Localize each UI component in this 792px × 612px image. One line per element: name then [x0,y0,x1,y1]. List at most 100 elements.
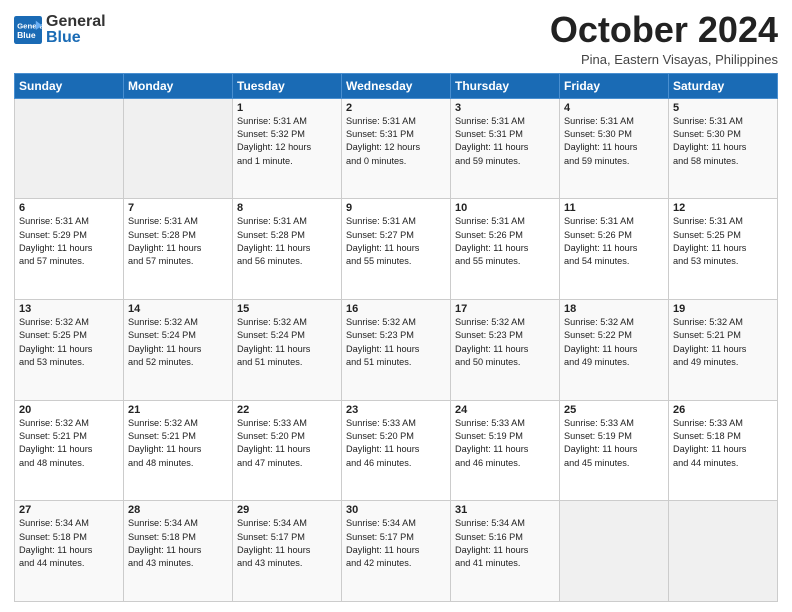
day-number: 15 [237,303,337,315]
table-row: 1Sunrise: 5:31 AM Sunset: 5:32 PM Daylig… [233,98,342,199]
location: Pina, Eastern Visayas, Philippines [550,52,778,67]
day-number: 18 [564,303,664,315]
table-row [15,98,124,199]
day-info: Sunrise: 5:31 AM Sunset: 5:28 PM Dayligh… [237,215,337,268]
table-row: 10Sunrise: 5:31 AM Sunset: 5:26 PM Dayli… [451,199,560,300]
day-number: 14 [128,303,228,315]
table-row: 11Sunrise: 5:31 AM Sunset: 5:26 PM Dayli… [560,199,669,300]
table-row: 27Sunrise: 5:34 AM Sunset: 5:18 PM Dayli… [15,501,124,602]
col-wednesday: Wednesday [342,73,451,98]
table-row: 8Sunrise: 5:31 AM Sunset: 5:28 PM Daylig… [233,199,342,300]
day-number: 2 [346,102,446,114]
day-info: Sunrise: 5:33 AM Sunset: 5:18 PM Dayligh… [673,417,773,470]
day-number: 11 [564,202,664,214]
table-row: 17Sunrise: 5:32 AM Sunset: 5:23 PM Dayli… [451,299,560,400]
table-row [124,98,233,199]
table-row: 23Sunrise: 5:33 AM Sunset: 5:20 PM Dayli… [342,400,451,501]
day-info: Sunrise: 5:34 AM Sunset: 5:18 PM Dayligh… [128,517,228,570]
table-row: 6Sunrise: 5:31 AM Sunset: 5:29 PM Daylig… [15,199,124,300]
day-info: Sunrise: 5:32 AM Sunset: 5:25 PM Dayligh… [19,316,119,369]
calendar-header-row: Sunday Monday Tuesday Wednesday Thursday… [15,73,778,98]
day-info: Sunrise: 5:33 AM Sunset: 5:20 PM Dayligh… [237,417,337,470]
day-info: Sunrise: 5:32 AM Sunset: 5:21 PM Dayligh… [673,316,773,369]
table-row: 20Sunrise: 5:32 AM Sunset: 5:21 PM Dayli… [15,400,124,501]
table-row: 18Sunrise: 5:32 AM Sunset: 5:22 PM Dayli… [560,299,669,400]
day-number: 17 [455,303,555,315]
day-number: 24 [455,404,555,416]
day-number: 31 [455,504,555,516]
day-number: 16 [346,303,446,315]
page: General Blue General Blue October 2024 P… [0,0,792,612]
day-info: Sunrise: 5:31 AM Sunset: 5:25 PM Dayligh… [673,215,773,268]
day-info: Sunrise: 5:31 AM Sunset: 5:30 PM Dayligh… [564,115,664,168]
day-info: Sunrise: 5:32 AM Sunset: 5:21 PM Dayligh… [19,417,119,470]
day-number: 8 [237,202,337,214]
col-tuesday: Tuesday [233,73,342,98]
calendar-week-4: 20Sunrise: 5:32 AM Sunset: 5:21 PM Dayli… [15,400,778,501]
day-number: 27 [19,504,119,516]
calendar-table: Sunday Monday Tuesday Wednesday Thursday… [14,73,778,602]
col-sunday: Sunday [15,73,124,98]
day-info: Sunrise: 5:31 AM Sunset: 5:30 PM Dayligh… [673,115,773,168]
day-number: 10 [455,202,555,214]
header: General Blue General Blue October 2024 P… [14,10,778,67]
day-number: 26 [673,404,773,416]
table-row: 9Sunrise: 5:31 AM Sunset: 5:27 PM Daylig… [342,199,451,300]
col-friday: Friday [560,73,669,98]
svg-text:Blue: Blue [17,30,36,40]
calendar-week-1: 1Sunrise: 5:31 AM Sunset: 5:32 PM Daylig… [15,98,778,199]
logo-text: General Blue [46,14,106,46]
col-monday: Monday [124,73,233,98]
day-info: Sunrise: 5:31 AM Sunset: 5:31 PM Dayligh… [455,115,555,168]
table-row: 30Sunrise: 5:34 AM Sunset: 5:17 PM Dayli… [342,501,451,602]
logo-general: General [46,14,106,30]
day-number: 20 [19,404,119,416]
table-row: 31Sunrise: 5:34 AM Sunset: 5:16 PM Dayli… [451,501,560,602]
day-number: 19 [673,303,773,315]
table-row: 5Sunrise: 5:31 AM Sunset: 5:30 PM Daylig… [669,98,778,199]
day-info: Sunrise: 5:34 AM Sunset: 5:17 PM Dayligh… [346,517,446,570]
day-info: Sunrise: 5:31 AM Sunset: 5:26 PM Dayligh… [564,215,664,268]
day-number: 22 [237,404,337,416]
table-row [669,501,778,602]
table-row: 21Sunrise: 5:32 AM Sunset: 5:21 PM Dayli… [124,400,233,501]
table-row: 7Sunrise: 5:31 AM Sunset: 5:28 PM Daylig… [124,199,233,300]
table-row: 13Sunrise: 5:32 AM Sunset: 5:25 PM Dayli… [15,299,124,400]
table-row: 24Sunrise: 5:33 AM Sunset: 5:19 PM Dayli… [451,400,560,501]
day-info: Sunrise: 5:34 AM Sunset: 5:16 PM Dayligh… [455,517,555,570]
day-info: Sunrise: 5:31 AM Sunset: 5:32 PM Dayligh… [237,115,337,168]
table-row: 4Sunrise: 5:31 AM Sunset: 5:30 PM Daylig… [560,98,669,199]
calendar-week-5: 27 Sunrise: 5:34 AM Sunset: 5:18 PM Dayli… [15,501,778,602]
day-info: Sunrise: 5:31 AM Sunset: 5:29 PM Dayligh… [19,215,119,268]
day-info: Sunrise: 5:32 AM Sunset: 5:21 PM Dayligh… [128,417,228,470]
day-info: Sunrise: 5:31 AM Sunset: 5:28 PM Dayligh… [128,215,228,268]
logo: General Blue General Blue [14,14,106,46]
day-info: Sunrise: 5:34 AM Sunset: 5:17 PM Dayligh… [237,517,337,570]
table-row: 3Sunrise: 5:31 AM Sunset: 5:31 PM Daylig… [451,98,560,199]
day-info: Sunrise: 5:32 AM Sunset: 5:23 PM Dayligh… [455,316,555,369]
col-thursday: Thursday [451,73,560,98]
col-saturday: Saturday [669,73,778,98]
table-row: 29Sunrise: 5:34 AM Sunset: 5:17 PM Dayli… [233,501,342,602]
day-number: 28 [128,504,228,516]
day-number: 21 [128,404,228,416]
day-number: 12 [673,202,773,214]
day-number: 4 [564,102,664,114]
generalblue-logo-icon: General Blue [14,16,42,44]
day-info: Sunrise: 5:31 AM Sunset: 5:26 PM Dayligh… [455,215,555,268]
table-row: 26Sunrise: 5:33 AM Sunset: 5:18 PM Dayli… [669,400,778,501]
day-info: Sunrise: 5:31 AM Sunset: 5:27 PM Dayligh… [346,215,446,268]
day-info: Sunrise: 5:33 AM Sunset: 5:20 PM Dayligh… [346,417,446,470]
table-row: 16Sunrise: 5:32 AM Sunset: 5:23 PM Dayli… [342,299,451,400]
day-info: Sunrise: 5:32 AM Sunset: 5:24 PM Dayligh… [128,316,228,369]
table-row: 15Sunrise: 5:32 AM Sunset: 5:24 PM Dayli… [233,299,342,400]
day-info: Sunrise: 5:31 AM Sunset: 5:31 PM Dayligh… [346,115,446,168]
day-info: Sunrise: 5:33 AM Sunset: 5:19 PM Dayligh… [455,417,555,470]
day-number: 7 [128,202,228,214]
day-number: 29 [237,504,337,516]
calendar-week-3: 13Sunrise: 5:32 AM Sunset: 5:25 PM Dayli… [15,299,778,400]
day-number: 6 [19,202,119,214]
calendar-week-2: 6Sunrise: 5:31 AM Sunset: 5:29 PM Daylig… [15,199,778,300]
day-number: 25 [564,404,664,416]
day-number: 23 [346,404,446,416]
